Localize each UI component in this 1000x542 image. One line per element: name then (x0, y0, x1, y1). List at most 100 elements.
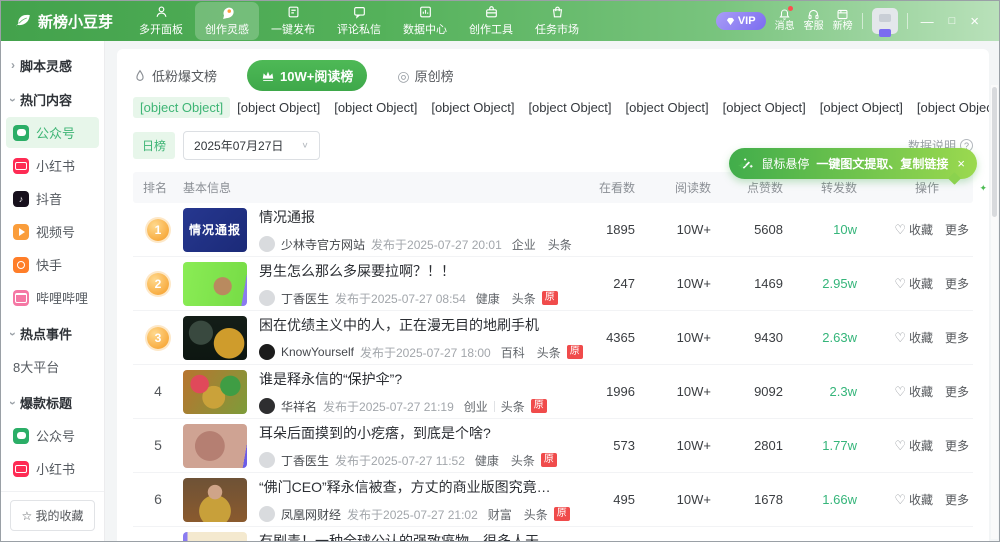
article-thumbnail[interactable] (183, 369, 247, 414)
sidebar-item-label: 快手 (36, 258, 63, 273)
collect-button[interactable]: ♡ 收藏 (894, 437, 933, 454)
group-label: 热点事件 (20, 327, 73, 342)
scrollbar[interactable] (991, 85, 998, 539)
my-favorites-button[interactable]: ☆ 我的收藏 (10, 500, 95, 531)
article-thumbnail[interactable] (183, 261, 247, 306)
article-title[interactable]: “佛门CEO”释永信被查，方丈的商业版图究竟有多大？ (259, 477, 555, 497)
headset-icon (808, 10, 819, 20)
article-thumbnail[interactable] (183, 423, 247, 468)
user-avatar[interactable] (871, 8, 898, 37)
sidebar-item[interactable]: 公众号 (6, 420, 99, 451)
date-select[interactable]: 2025年07月27日 ∨ (183, 131, 320, 160)
article-title[interactable]: 耳朵后面摸到的小疙瘩，到底是个啥? (259, 423, 555, 443)
category-tab[interactable]: [object Object] (716, 97, 813, 118)
more-button[interactable]: 更多 (945, 383, 969, 400)
article-title[interactable]: 情况通报 (259, 207, 555, 227)
article-category[interactable]: 健康 (475, 452, 499, 469)
collect-button[interactable]: ♡ 收藏 (894, 221, 933, 238)
article-category[interactable]: 健康 (476, 290, 500, 307)
category-tab[interactable]: [object Object] (619, 97, 716, 118)
tooltip-close-icon[interactable]: × (957, 156, 965, 171)
support-button[interactable]: 客服 (804, 8, 824, 34)
sidebar-item[interactable]: 小红书 (6, 453, 99, 484)
minimize-button[interactable]: — (921, 15, 934, 28)
article-title[interactable]: 谁是释永信的“保护伞”? (259, 369, 547, 389)
article-thumbnail[interactable] (183, 315, 247, 360)
collect-button[interactable]: ♡ 收藏 (894, 329, 933, 346)
article-title[interactable]: 有剧毒！一种全球公认的强致癌物，很多人天天都在吃 (259, 531, 555, 542)
article-category[interactable]: 创业 (464, 398, 488, 415)
nav-publish[interactable]: 一键发布 (261, 2, 325, 40)
table-row: 1 1 情况通报 情况通报 (133, 203, 973, 257)
tab-original[interactable]: ◎ 原创榜 (397, 66, 453, 85)
more-button[interactable]: 更多 (945, 437, 969, 454)
sidebar-group-hot-titles-header[interactable]: › 爆款标题 (1, 384, 104, 418)
sidebar-group-hot-events-header[interactable]: › 热点事件 (1, 315, 104, 349)
sidebar-group-hot-content-header[interactable]: › 热门内容 (1, 81, 104, 115)
collect-button[interactable]: ♡ 收藏 (894, 383, 933, 400)
sidebar-item[interactable]: 公众号 (6, 117, 99, 148)
category-tab[interactable]: [object Object] (521, 97, 618, 118)
sidebar-item[interactable]: 视频号 (6, 216, 99, 247)
category-tab[interactable]: [object Object] (424, 97, 521, 118)
collect-button[interactable]: ♡ 收藏 (894, 491, 933, 508)
category-tab[interactable]: [object Object] (133, 97, 231, 118)
category-row: [object Object] [object Object] [object … (133, 97, 989, 118)
sidebar-item[interactable]: 哔哩哔哩 (6, 282, 99, 313)
author-name[interactable]: KnowYourself (281, 345, 354, 359)
more-button[interactable]: 更多 (945, 221, 969, 238)
author-name[interactable]: 凤凰网财经 (281, 506, 341, 523)
newrank-button[interactable]: 新榜 (833, 8, 853, 34)
more-button[interactable]: 更多 (945, 491, 969, 508)
sidebar-item[interactable]: 小红书 (6, 150, 99, 181)
sidebar-item[interactable]: 快手 (6, 249, 99, 280)
author-name[interactable]: 华祥名 (281, 398, 317, 415)
maximize-button[interactable]: □ (949, 15, 956, 27)
article-category[interactable]: 企业 (512, 236, 536, 253)
panels-icon (156, 6, 166, 17)
article-thumbnail[interactable] (183, 531, 247, 541)
sidebar-group-script-header[interactable]: › 脚本灵感 (1, 47, 104, 81)
article-thumbnail[interactable] (183, 477, 247, 522)
sidebar-item-label: 8大平台 (13, 360, 60, 375)
platform-icon (13, 157, 29, 174)
divider (861, 13, 863, 29)
author-name[interactable]: 少林寺官方网站 (281, 236, 365, 253)
messages-button[interactable]: 消息 (775, 6, 795, 34)
shares-count: 2.63w (822, 330, 857, 345)
vip-button[interactable]: VIP (715, 12, 766, 30)
article-title[interactable]: 男生怎么那么多屎要拉啊？！！ (259, 261, 555, 281)
sidebar-item[interactable]: 8大平台 (6, 351, 99, 382)
collect-button[interactable]: ♡ 收藏 (894, 275, 933, 292)
tab-low-fans[interactable]: 低粉爆文榜 (133, 66, 217, 85)
daily-rank-tag: 日榜 (133, 132, 176, 159)
sidebar-item[interactable]: 抖音 (6, 183, 99, 214)
category-tab[interactable]: [object Object] (327, 97, 424, 118)
article-title[interactable]: 困在优绩主义中的人，正在漫无目的地刷手机 (259, 315, 555, 335)
sidebar-item-label: 视频号 (36, 225, 76, 240)
nav-inspiration[interactable]: 创作灵感 (195, 2, 260, 40)
scrollbar-thumb[interactable] (992, 87, 997, 217)
category-tab[interactable]: [object Object] (813, 97, 910, 118)
more-button[interactable]: 更多 (945, 275, 969, 292)
article-thumbnail[interactable]: 情况通报 (183, 207, 247, 252)
publish-time: 发布于2025-07-27 20:01 (371, 237, 502, 252)
article-category[interactable]: 财富 (488, 506, 512, 523)
article-category[interactable]: 百科 (501, 344, 525, 361)
close-button[interactable]: × (970, 14, 979, 29)
shares-count: 1.77w (822, 438, 857, 453)
tooltip-text: 一键图文提取、复制链接 (816, 157, 949, 171)
nav-market[interactable]: 任务市场 (525, 2, 589, 40)
nav-comments[interactable]: 评论私信 (327, 2, 391, 40)
author-name[interactable]: 丁香医生 (281, 452, 329, 469)
nav-multi-panel[interactable]: 多开面板 (129, 2, 193, 40)
shares-count: 2.95w (822, 276, 857, 291)
author-name[interactable]: 丁香医生 (281, 290, 329, 307)
nav-tools[interactable]: 创作工具 (459, 2, 523, 40)
more-button[interactable]: 更多 (945, 329, 969, 346)
category-tab[interactable]: [object Object] (910, 97, 989, 118)
tab-10w-reads[interactable]: 10W+阅读榜 (247, 60, 368, 91)
chevron-right-icon: › (11, 57, 15, 72)
category-tab[interactable]: [object Object] (230, 97, 327, 118)
nav-data-center[interactable]: 数据中心 (393, 2, 457, 40)
